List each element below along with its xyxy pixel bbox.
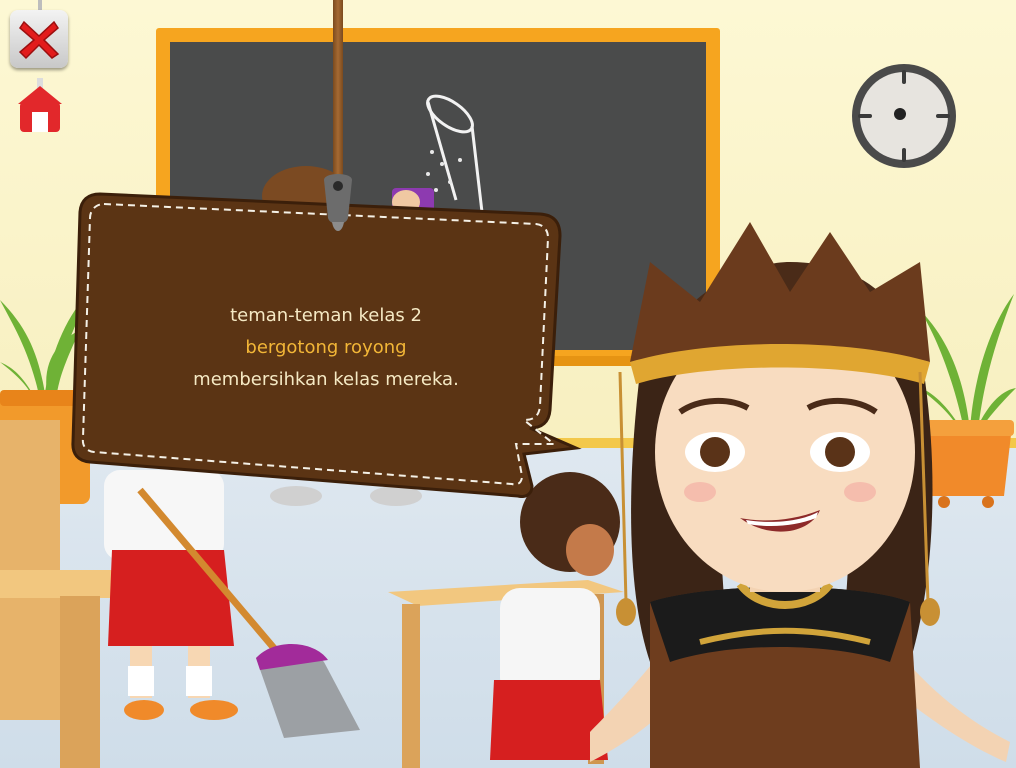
student-sweeping bbox=[104, 470, 360, 738]
story-text: teman-teman kelas 2 bergotong royong mem… bbox=[118, 300, 534, 396]
teacher-character bbox=[590, 222, 1010, 768]
close-x-icon bbox=[18, 20, 60, 60]
story-line-3: membersihkan kelas mereka. bbox=[193, 369, 459, 390]
hanging-rope bbox=[333, 0, 343, 190]
home-button[interactable] bbox=[14, 78, 66, 136]
sign-hook bbox=[324, 174, 352, 231]
story-line-2: bergotong royong bbox=[245, 337, 407, 358]
story-line-1: teman-teman kelas 2 bbox=[230, 305, 422, 326]
home-icon bbox=[18, 78, 62, 132]
wall-clock-icon bbox=[852, 64, 956, 168]
close-button[interactable] bbox=[10, 10, 68, 68]
